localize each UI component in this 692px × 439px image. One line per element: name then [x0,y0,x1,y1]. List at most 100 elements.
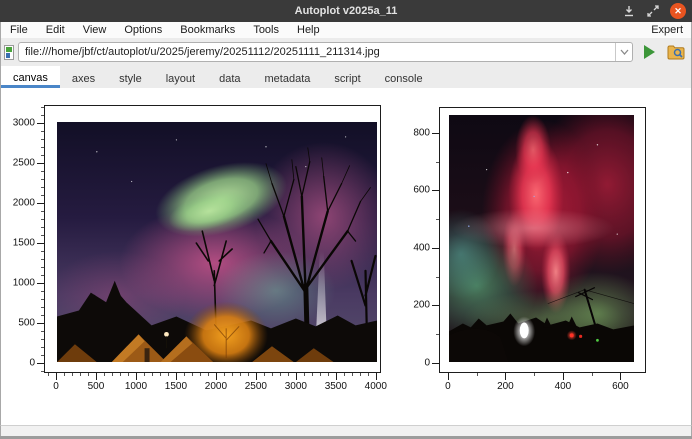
y-minor-tick [41,339,44,340]
y-minor-tick [41,267,44,268]
expert-toggle[interactable]: Expert [643,24,691,36]
menu-item-edit[interactable]: Edit [37,24,74,36]
y-minor-tick [41,219,44,220]
menu-item-tools[interactable]: Tools [244,24,288,36]
y-major-tick [37,163,44,164]
x-minor-tick [272,373,273,376]
y-minor-tick [41,371,44,372]
y-tick-label: 1500 [13,238,35,249]
y-minor-tick [41,147,44,148]
x-tick-label: 3000 [285,381,307,392]
y-minor-tick [41,331,44,332]
x-minor-tick [208,373,209,376]
x-minor-tick [232,373,233,376]
x-minor-tick [128,373,129,376]
x-minor-tick [328,373,329,376]
x-tick-label: 2000 [205,381,227,392]
close-icon[interactable]: ✕ [670,3,686,19]
y-minor-tick [41,115,44,116]
y-major-tick [37,323,44,324]
x-minor-tick [160,373,161,376]
y-minor-tick [41,347,44,348]
y-minor-tick [41,107,44,108]
x-tick-label: 0 [53,381,59,392]
y-tick-label: 500 [18,318,35,329]
title-bar: Autoplot v2025a_11 ✕ [0,0,692,22]
x-minor-tick [224,373,225,376]
x-minor-tick [80,373,81,376]
y-major-tick [37,243,44,244]
x-major-tick [136,373,137,380]
y-major-tick [432,248,439,249]
go-button[interactable] [638,41,660,63]
x-minor-tick [192,373,193,376]
y-minor-tick [41,275,44,276]
y-minor-tick [41,355,44,356]
plot-canvas[interactable]: 0500100015002000250030003500400005001000… [0,88,692,425]
y-minor-tick [436,277,439,278]
tab-metadata[interactable]: metadata [253,66,323,88]
tab-script[interactable]: script [322,66,372,88]
x-major-tick [216,373,217,380]
uri-value[interactable]: file:///home/jbf/ct/autoplot/u/2025/jere… [19,46,615,58]
y-major-tick [37,283,44,284]
y-minor-tick [41,227,44,228]
y-major-tick [37,203,44,204]
menu-bar: FileEditViewOptionsBookmarksToolsHelp Ex… [0,22,692,38]
tab-style[interactable]: style [107,66,154,88]
menu-item-bookmarks[interactable]: Bookmarks [171,24,244,36]
y-tick-label: 200 [413,300,430,311]
x-minor-tick [288,373,289,376]
y-minor-tick [41,179,44,180]
plot-left[interactable]: 0500100015002000250030003500400005001000… [44,105,381,373]
x-minor-tick [304,373,305,376]
play-icon [644,45,655,59]
x-major-tick [376,373,377,380]
tab-axes[interactable]: axes [60,66,107,88]
x-major-tick [176,373,177,380]
tab-canvas[interactable]: canvas [1,66,60,88]
open-file-button[interactable] [665,41,687,63]
x-major-tick [563,373,564,380]
x-tick-label: 2500 [245,381,267,392]
menu-item-options[interactable]: Options [115,24,171,36]
autoplot-window: Autoplot v2025a_11 ✕ FileEditViewOptions… [0,0,692,439]
y-minor-tick [41,235,44,236]
y-minor-tick [41,171,44,172]
menu-item-help[interactable]: Help [288,24,329,36]
maximize-icon[interactable] [646,4,660,18]
plot-right[interactable]: 02004006000200400600800 [439,107,646,373]
x-minor-tick [112,373,113,376]
x-minor-tick [264,373,265,376]
x-major-tick [96,373,97,380]
x-minor-tick [88,373,89,376]
tab-layout[interactable]: layout [154,66,207,88]
y-tick-label: 2000 [13,198,35,209]
menu-item-file[interactable]: File [1,24,37,36]
x-major-tick [505,373,506,380]
x-tick-label: 1000 [125,381,147,392]
x-minor-tick [248,373,249,376]
dropdown-chevron-icon[interactable] [615,43,632,61]
y-minor-tick [436,162,439,163]
y-major-tick [432,133,439,134]
tab-console[interactable]: console [373,66,435,88]
uri-combobox[interactable]: file:///home/jbf/ct/autoplot/u/2025/jere… [18,42,633,62]
x-minor-tick [200,373,201,376]
x-tick-label: 4000 [365,381,387,392]
x-minor-tick [320,373,321,376]
menu-item-view[interactable]: View [74,24,116,36]
x-minor-tick [72,373,73,376]
status-bar [0,425,692,436]
minimize-icon[interactable] [622,4,636,18]
x-minor-tick [312,373,313,376]
x-major-tick [620,373,621,380]
plot-frame [439,107,646,373]
x-tick-label: 1500 [165,381,187,392]
y-tick-label: 3000 [13,118,35,129]
address-row: file:///home/jbf/ct/autoplot/u/2025/jere… [0,38,692,66]
x-minor-tick [360,373,361,376]
tab-data[interactable]: data [207,66,252,88]
x-minor-tick [64,373,65,376]
x-minor-tick [592,373,593,376]
